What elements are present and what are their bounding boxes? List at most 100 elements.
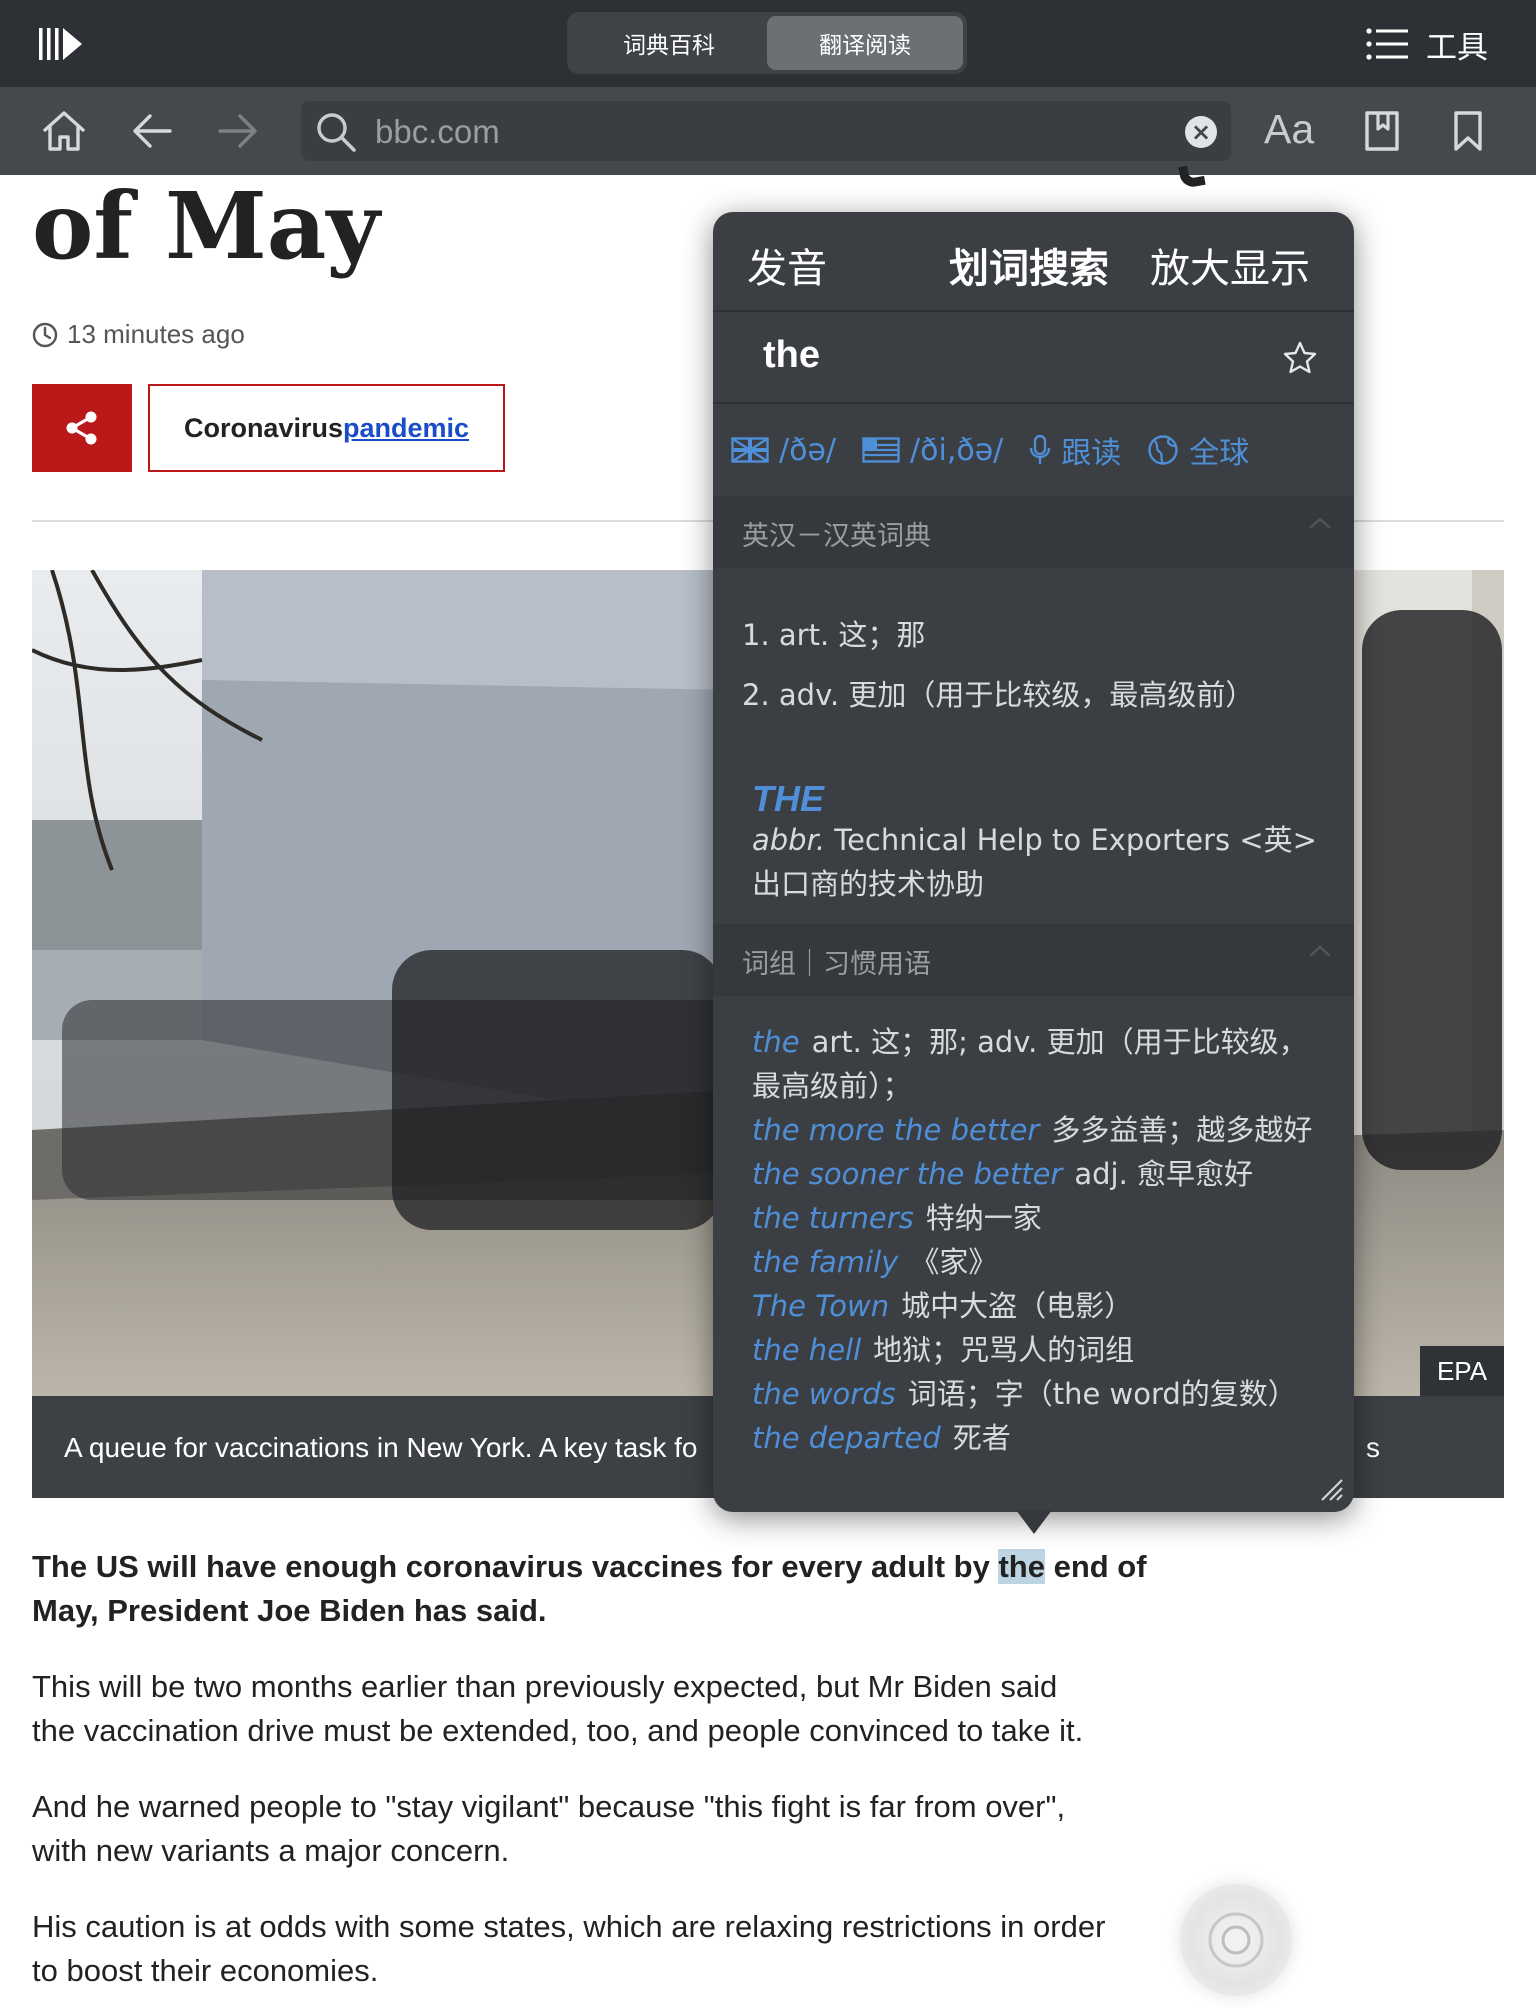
tab-dictionary[interactable]: 词典百科 xyxy=(571,16,767,70)
resize-handle-icon[interactable] xyxy=(1318,1476,1344,1502)
phrase-zh: 多多益善；越多越好 xyxy=(1051,1113,1313,1147)
mode-segmented-control: 词典百科 翻译阅读 xyxy=(567,12,967,74)
phrase-item[interactable]: the family 《家》 xyxy=(752,1240,1332,1284)
reading-list-icon[interactable] xyxy=(1358,107,1406,155)
assistive-touch-button[interactable] xyxy=(1180,1884,1292,1996)
phrase-zh: 《家》 xyxy=(910,1245,998,1279)
globe-icon xyxy=(1148,435,1178,465)
back-arrow-icon[interactable] xyxy=(128,107,176,155)
paragraph-line: to boost their economies. xyxy=(32,1953,379,1988)
phrase-en: the sooner the better xyxy=(752,1157,1063,1191)
share-icon xyxy=(66,411,97,445)
font-size-button[interactable]: Aa xyxy=(1264,106,1314,153)
home-icon[interactable] xyxy=(40,107,88,155)
tab-translate-reading[interactable]: 翻译阅读 xyxy=(767,16,963,70)
tools-label: 工具 xyxy=(1426,29,1488,66)
definition-2: 2. adv. 更加（用于比较级，最高级前） xyxy=(742,678,1255,712)
body-paragraph-3: His caution is at odds with some states,… xyxy=(32,1905,1192,1993)
body-paragraph-1: This will be two months earlier than pre… xyxy=(32,1665,1192,1753)
app-top-bar: 词典百科 翻译阅读 工具 xyxy=(0,0,1536,87)
share-button[interactable] xyxy=(32,384,132,472)
phrases-section-title: 词组｜习惯用语 xyxy=(742,949,931,980)
phrase-item[interactable]: the art. 这；那; adv. 更加（用于比较级，最高级前）； xyxy=(752,1020,1332,1108)
phrase-en: the xyxy=(752,1025,800,1059)
phrase-zh: 特纳一家 xyxy=(925,1201,1042,1235)
forward-arrow-icon[interactable] xyxy=(214,107,262,155)
phrase-item[interactable]: the turners 特纳一家 xyxy=(752,1196,1332,1240)
pronunciation-row: /ðə/ /ði,ðə/ 跟读 全球 xyxy=(713,404,1354,496)
headline-overflow-glyph xyxy=(1178,163,1206,189)
follow-read-button[interactable]: 跟读 xyxy=(1029,428,1121,472)
star-icon[interactable] xyxy=(1282,340,1318,376)
phrase-item[interactable]: the sooner the better adj. 愈早愈好 xyxy=(752,1152,1332,1196)
phrase-zh: 地狱；咒骂人的词组 xyxy=(873,1333,1135,1367)
global-button[interactable]: 全球 xyxy=(1147,428,1249,472)
selected-word[interactable]: the xyxy=(998,1549,1045,1584)
paragraph-line: And he warned people to "stay vigilant" … xyxy=(32,1789,1066,1824)
pron-us-button[interactable]: /ði,ðə/ xyxy=(862,433,1003,468)
bookmark-icon[interactable] xyxy=(1444,107,1492,155)
us-flag-icon xyxy=(862,437,900,463)
popup-tab-bar: 发音 划词搜索 放大显示 xyxy=(713,212,1354,312)
phrase-item[interactable]: the words 词语；字（the word的复数） xyxy=(752,1372,1332,1416)
topic-tag[interactable]: Coronavirus pandemic xyxy=(148,384,505,472)
pron-uk-button[interactable]: /ðə/ xyxy=(731,433,836,468)
dict-section-header[interactable]: 英汉－汉英词典 xyxy=(713,496,1354,568)
clock-icon xyxy=(32,322,58,347)
abbr-headword: THE xyxy=(752,778,824,819)
follow-read-text: 跟读 xyxy=(1061,436,1122,471)
phrase-zh: 城中大盗（电影） xyxy=(901,1289,1134,1323)
article-timestamp: 13 minutes ago xyxy=(32,319,245,350)
popup-word-row: the xyxy=(713,312,1354,404)
caption-tail: s xyxy=(1366,1432,1380,1463)
abbr-text: Technical Help to Exporters <英>出口商的技术协助 xyxy=(752,823,1317,901)
address-bar[interactable]: bbc.com × xyxy=(301,101,1231,161)
phrase-en: the words xyxy=(752,1377,896,1411)
search-icon xyxy=(317,113,356,152)
lead-text-3: May, President Joe Biden has said. xyxy=(32,1593,547,1628)
body-paragraph-2: And he warned people to "stay vigilant" … xyxy=(32,1785,1192,1873)
timestamp-text: 13 minutes ago xyxy=(67,319,245,349)
phrase-zh: art. 这；那; adv. 更加（用于比较级，最高级前）； xyxy=(752,1025,1308,1103)
abbr-label: abbr. xyxy=(752,823,826,857)
definition-1: 1. art. 这；那 xyxy=(742,618,926,652)
phrase-zh: 死者 xyxy=(952,1421,1011,1455)
library-icon[interactable] xyxy=(38,26,84,62)
global-text: 全球 xyxy=(1189,436,1250,471)
tab-word-search[interactable]: 划词搜索 xyxy=(949,236,1109,294)
phrase-zh: 词语；字（the word的复数） xyxy=(907,1377,1297,1411)
lead-paragraph: The US will have enough coronavirus vacc… xyxy=(32,1545,1192,1633)
phrases-section-header[interactable]: 词组｜习惯用语 xyxy=(713,924,1354,996)
topic-tag-text: Coronavirus xyxy=(183,412,343,443)
phrase-en: the more the better xyxy=(752,1113,1040,1147)
paragraph-line: the vaccination drive must be extended, … xyxy=(32,1713,1084,1748)
dictionary-popup: 发音 划词搜索 放大显示 the /ðə/ /ði,ðə/ 跟读 全球 英汉－汉… xyxy=(713,212,1354,1512)
tools-button[interactable]: 工具 xyxy=(1366,22,1488,66)
tab-pronounce[interactable]: 发音 xyxy=(747,236,827,294)
phrase-item[interactable]: the hell 地狱；咒骂人的词组 xyxy=(752,1328,1332,1372)
chevron-up-icon xyxy=(1309,945,1331,957)
paragraph-line: This will be two months earlier than pre… xyxy=(32,1669,1058,1704)
caption-text: A queue for vaccinations in New York. A … xyxy=(64,1432,698,1463)
clear-icon[interactable]: × xyxy=(1185,116,1217,148)
phrase-en: the family xyxy=(752,1245,899,1279)
browser-nav-bar: bbc.com × Aa xyxy=(0,87,1536,175)
url-text[interactable]: bbc.com xyxy=(375,113,500,151)
phrase-en: the hell xyxy=(752,1333,862,1367)
popup-pointer xyxy=(1016,1510,1052,1534)
phrase-en: the departed xyxy=(752,1421,941,1455)
topic-tag-link[interactable]: pandemic xyxy=(343,413,469,444)
phrase-item[interactable]: the more the better 多多益善；越多越好 xyxy=(752,1108,1332,1152)
popup-word: the xyxy=(763,334,820,376)
pron-us-text: /ði,ðə/ xyxy=(910,432,1004,468)
lead-text-2: end of xyxy=(1044,1549,1147,1584)
dict-section-title: 英汉－汉英词典 xyxy=(742,521,931,552)
chevron-up-icon xyxy=(1309,517,1331,529)
abbr-definition: abbr. Technical Help to Exporters <英>出口商… xyxy=(752,818,1322,906)
tab-zoom-display[interactable]: 放大显示 xyxy=(1150,236,1310,294)
phrase-item[interactable]: the departed 死者 xyxy=(752,1416,1332,1460)
phrase-item[interactable]: The Town 城中大盗（电影） xyxy=(752,1284,1332,1328)
phrase-zh: adj. 愈早愈好 xyxy=(1074,1157,1254,1191)
article-headline: of May xyxy=(32,172,380,280)
pron-uk-text: /ðə/ xyxy=(779,432,837,468)
